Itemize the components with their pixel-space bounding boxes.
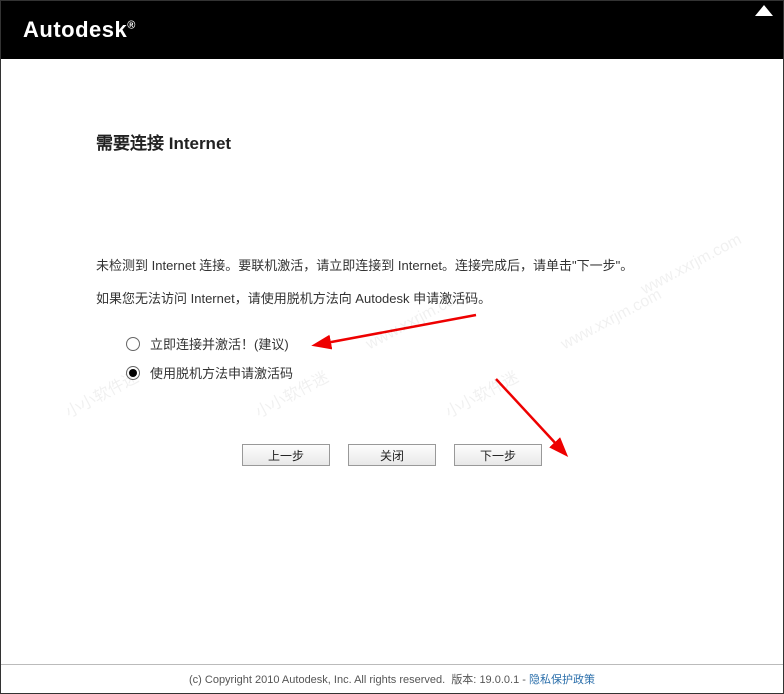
next-button[interactable]: 下一步 [454, 444, 542, 466]
close-button[interactable]: 关闭 [348, 444, 436, 466]
header-bar: Autodesk® [1, 1, 783, 59]
copyright-text: (c) Copyright 2010 Autodesk, Inc. All ri… [189, 674, 445, 686]
radio-icon [126, 337, 140, 351]
instruction-text-2: 如果您无法访问 Internet，请使用脱机方法向 Autodesk 申请激活码… [96, 287, 688, 312]
page-title: 需要连接 Internet [96, 129, 688, 154]
button-row: 上一步 关闭 下一步 [1, 444, 783, 466]
footer: (c) Copyright 2010 Autodesk, Inc. All ri… [1, 664, 783, 687]
radio-icon [126, 366, 140, 380]
version-value: 19.0.0.1 [479, 674, 519, 686]
activation-options: 立即连接并激活！(建议) 使用脱机方法申请激活码 [96, 329, 688, 387]
option-label: 使用脱机方法申请激活码 [150, 363, 293, 382]
instruction-text-1: 未检测到 Internet 连接。要联机激活，请立即连接到 Internet。连… [96, 254, 688, 279]
main-content: 需要连接 Internet 未检测到 Internet 连接。要联机激活，请立即… [1, 59, 783, 387]
option-connect-now[interactable]: 立即连接并激活！(建议) [96, 329, 688, 358]
privacy-link[interactable]: 隐私保护政策 [529, 674, 595, 686]
version-label: 版本: [451, 674, 476, 686]
back-button[interactable]: 上一步 [242, 444, 330, 466]
brand-logo: Autodesk® [23, 17, 136, 43]
option-offline[interactable]: 使用脱机方法申请激活码 [96, 358, 688, 387]
option-label: 立即连接并激活！(建议) [150, 334, 289, 353]
collapse-caret-icon[interactable] [755, 5, 773, 16]
